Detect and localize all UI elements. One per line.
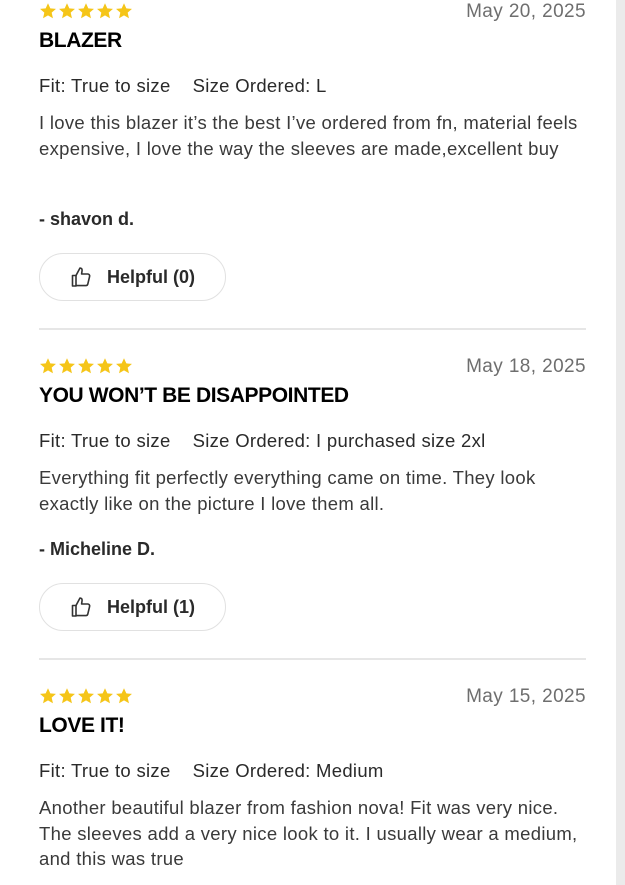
helpful-button-label: Helpful (0): [107, 266, 195, 287]
review-meta: Fit: True to size Size Ordered: Medium: [39, 760, 384, 782]
star-icon: [59, 688, 75, 704]
star-icon: [59, 358, 75, 374]
review-meta: Fit: True to size Size Ordered: L: [39, 75, 327, 97]
review-title: LOVE IT!: [39, 714, 125, 737]
star-icon: [78, 3, 94, 19]
star-icon: [40, 688, 56, 704]
star-rating: [39, 357, 133, 375]
review-title: YOU WON’T BE DISAPPOINTED: [39, 384, 349, 407]
review-body: Another beautiful blazer from fashion no…: [39, 797, 578, 869]
review-author: - Micheline D.: [39, 539, 156, 559]
review-size-ordered: Size Ordered: I purchased size 2xl: [192, 430, 486, 451]
review-fit: Fit: True to size: [39, 75, 171, 96]
helpful-button[interactable]: Helpful (0): [39, 253, 226, 301]
helpful-button-label: Helpful (1): [107, 596, 195, 617]
star-icon: [116, 358, 132, 374]
review-divider: [39, 658, 586, 660]
star-icon: [59, 3, 75, 19]
review-title: BLAZER: [39, 29, 122, 52]
thumbs-up-icon: [71, 597, 91, 617]
review-fit: Fit: True to size: [39, 430, 171, 451]
star-icon: [40, 358, 56, 374]
review-date: May 18, 2025: [466, 356, 586, 377]
star-rating: [39, 687, 133, 705]
reviews-list: May 20, 2025 BLAZER Fit: True to size Siz…: [0, 0, 625, 885]
star-icon: [40, 3, 56, 19]
review-size-ordered: Size Ordered: L: [192, 75, 327, 96]
review-body: I love this blazer it’s the best I’ve or…: [39, 112, 578, 159]
review-date: May 15, 2025: [466, 686, 586, 707]
star-rating: [39, 2, 133, 20]
review-size-ordered: Size Ordered: Medium: [192, 760, 384, 781]
star-icon: [116, 3, 132, 19]
review-date: May 20, 2025: [466, 1, 586, 22]
star-icon: [78, 688, 94, 704]
thumbs-up-icon: [71, 267, 91, 287]
star-icon: [97, 3, 113, 19]
star-icon: [97, 358, 113, 374]
star-icon: [116, 688, 132, 704]
review-body: Everything fit perfectly everything came…: [39, 467, 536, 514]
review-divider: [39, 328, 586, 330]
review-author: - shavon d.: [39, 209, 135, 229]
review-meta: Fit: True to size Size Ordered: I purchas…: [39, 430, 486, 452]
star-icon: [97, 688, 113, 704]
review-fit: Fit: True to size: [39, 760, 171, 781]
star-icon: [78, 358, 94, 374]
helpful-button[interactable]: Helpful (1): [39, 583, 226, 631]
